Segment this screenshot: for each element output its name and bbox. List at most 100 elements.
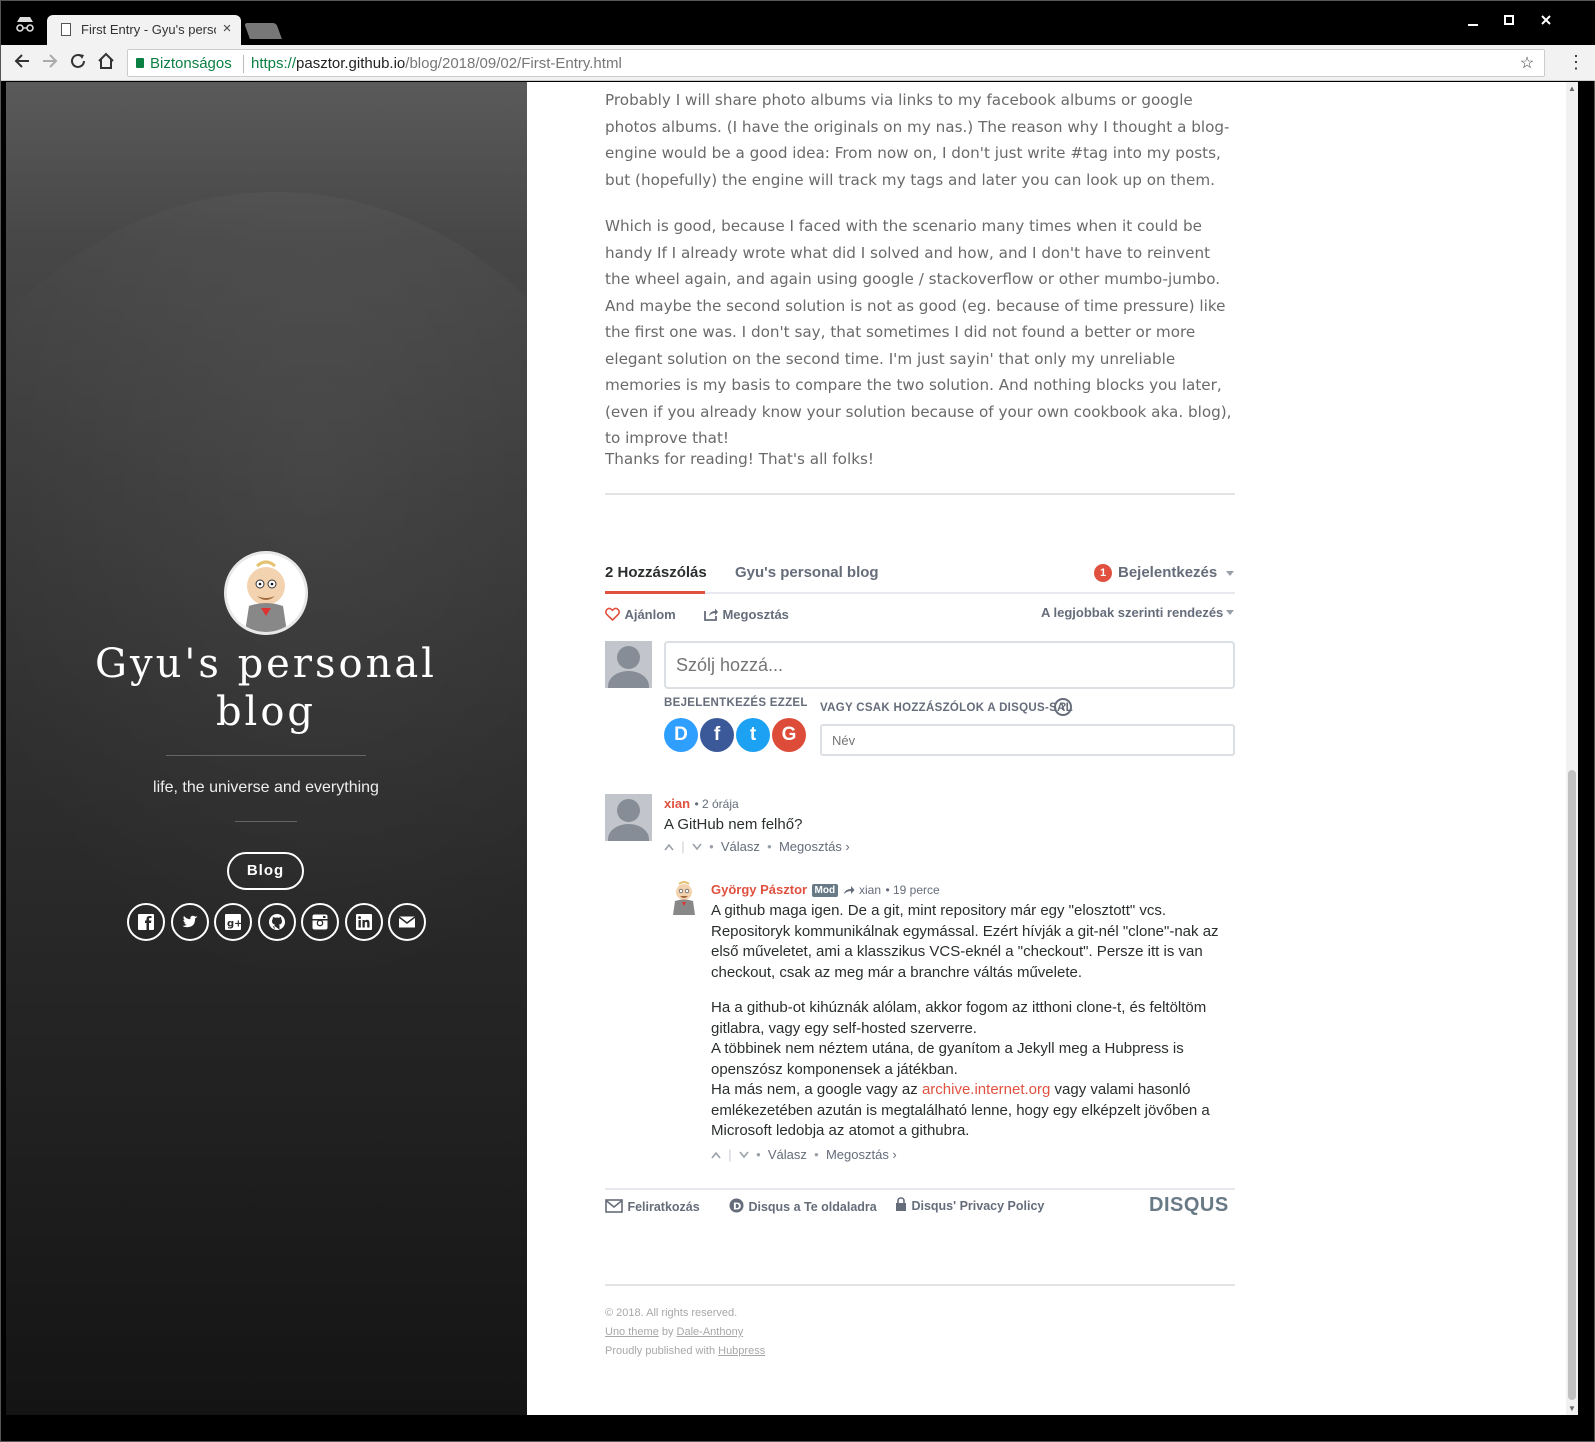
share-button[interactable]: Megosztás [704,606,789,624]
subscribe-label: Feliratkozás [627,1200,700,1214]
share-icon [704,608,718,621]
linkedin-icon[interactable] [345,903,383,941]
downvote-icon[interactable] [739,1147,753,1162]
address-bar[interactable]: Biztonságos https://pasztor.github.io/bl… [127,49,1545,77]
downvote-icon[interactable] [692,839,706,854]
author-link[interactable]: Dale-Anthony [677,1326,744,1338]
reload-icon[interactable] [67,52,89,74]
hubpress-link[interactable]: Hubpress [718,1345,765,1357]
name-input[interactable] [832,731,1222,749]
disqus-login-icon[interactable]: D [664,718,698,752]
tab-comments[interactable]: 2 Hozzászólás [605,564,707,581]
comment-input[interactable] [676,652,1216,678]
browser-menu-icon[interactable]: ⋮ [1567,52,1585,74]
tab-bar: First Entry - Gyu's personal blog × [1,1,1595,45]
disqus-footer-line [605,1188,1235,1190]
article-paragraph-1: Probably I will share photo albums via l… [605,91,1230,189]
login-button[interactable]: Bejelentkezés [1118,564,1217,581]
recommend-label: Ajánlom [624,607,676,622]
avatar-body-shape [608,671,649,688]
subscribe-link[interactable]: Feliratkozás [605,1198,700,1216]
comment-author[interactable]: xian [664,796,690,811]
instagram-icon[interactable] [301,903,339,941]
theme-credit-by: by [658,1326,677,1338]
comment-box[interactable] [664,641,1235,689]
share-comment-link[interactable]: Megosztás › [779,839,850,854]
reply-link[interactable]: Válasz [721,839,760,854]
reply-author[interactable]: György Pásztor [711,882,807,897]
tab-title: First Entry - Gyu's personal blog [81,22,216,37]
comment-header: xian • 2 órája [664,795,739,813]
tab-close-icon[interactable]: × [219,20,235,38]
web-page: Gyu's personal blog life, the universe a… [6,82,1566,1415]
publish-credit: Proudly published with Hubpress [605,1345,765,1357]
twitter-icon[interactable] [171,903,209,941]
forward-arrow-icon[interactable] [39,52,61,74]
blog-button[interactable]: Blog [227,852,304,890]
article-paragraph-3: Thanks for reading! That's all folks! [605,450,874,468]
facebook-login-letter: f [713,724,721,745]
google-login-letter: G [781,724,797,745]
email-icon[interactable] [388,903,426,941]
comment-actions: | • Válasz • Megosztás › [664,839,850,854]
reply-to-user[interactable]: xian [859,883,881,897]
facebook-icon[interactable] [127,903,165,941]
url-host: pasztor.github.io [296,55,406,72]
back-arrow-icon[interactable] [11,52,33,74]
bookmark-star-icon[interactable]: ☆ [1518,53,1536,73]
reply-paragraph-1: A github maga igen. De a git, mint repos… [711,902,1219,981]
sidebar-divider [166,755,366,756]
browser-tab[interactable]: First Entry - Gyu's personal blog × [47,15,241,45]
url-path: /blog/2018/09/02/First-Entry.html [405,55,622,72]
disqus-logo[interactable]: DISQUS [1149,1194,1229,1217]
scroll-up-icon[interactable]: ▲ [1568,84,1576,93]
facebook-login-icon[interactable]: f [700,718,734,752]
commenter-avatar[interactable] [605,794,652,841]
privacy-link[interactable]: Disqus' Privacy Policy [895,1197,1044,1215]
reply-arrow-icon [843,881,859,898]
archive-link[interactable]: archive.internet.org [922,1081,1050,1098]
reply-paragraph-3: A többinek nem néztem utána, de gyanítom… [711,1040,1184,1078]
vote-separator: | [677,839,689,854]
help-icon[interactable]: ? [1054,698,1072,716]
heart-icon [605,607,620,622]
reply-link[interactable]: Válasz [768,1147,807,1162]
github-icon[interactable] [258,903,296,941]
reply-paragraph-4: Ha más nem, a google vagy az archive.int… [711,1080,1221,1142]
comment-time[interactable]: • 2 órája [694,797,738,811]
new-tab-button[interactable] [244,23,282,39]
sort-dropdown[interactable]: A legjobbak szerinti rendezés [1041,605,1223,620]
upvote-icon[interactable] [664,839,678,854]
moderator-avatar[interactable] [668,879,700,915]
svg-text:g+: g+ [227,919,242,930]
login-with-label: BEJELENTKEZÉS EZZEL [664,697,808,709]
comment-text: A GitHub nem felhő? [664,816,803,833]
add-disqus-link[interactable]: D Disqus a Te oldaladra [729,1198,877,1216]
google-login-icon[interactable]: G [772,718,806,752]
scroll-down-icon[interactable]: ▼ [1568,1404,1576,1413]
lock-icon [136,58,144,68]
vote-separator: | [724,1147,736,1162]
sort-chevron-icon[interactable] [1226,610,1234,615]
name-field[interactable] [820,724,1235,756]
close-window-icon[interactable] [1534,13,1558,33]
upvote-icon[interactable] [711,1147,725,1162]
minimize-icon[interactable] [1461,13,1485,33]
maximize-icon[interactable] [1497,13,1521,33]
reply-time[interactable]: • 19 perce [885,883,939,897]
chevron-down-icon[interactable] [1226,571,1234,576]
reply-paragraph-2: Ha a github-ot kihúznák alólam, akkor fo… [711,999,1207,1037]
scrollbar-thumb[interactable] [1568,770,1576,1400]
notification-badge[interactable]: 1 [1094,564,1112,582]
google-plus-icon[interactable]: g+ [214,903,252,941]
lock-icon [896,1197,906,1211]
recommend-button[interactable]: Ajánlom [605,606,676,624]
theme-link[interactable]: Uno theme [605,1326,659,1338]
tab-community[interactable]: Gyu's personal blog [735,564,879,581]
share-comment-link[interactable]: Megosztás › [826,1147,897,1162]
page-scrollbar[interactable]: ▲ ▼ [1566,82,1578,1415]
active-tab-underline [605,591,705,594]
twitter-login-icon[interactable]: t [736,718,770,752]
home-icon[interactable] [95,52,117,74]
avatar-head-shape [617,799,640,822]
